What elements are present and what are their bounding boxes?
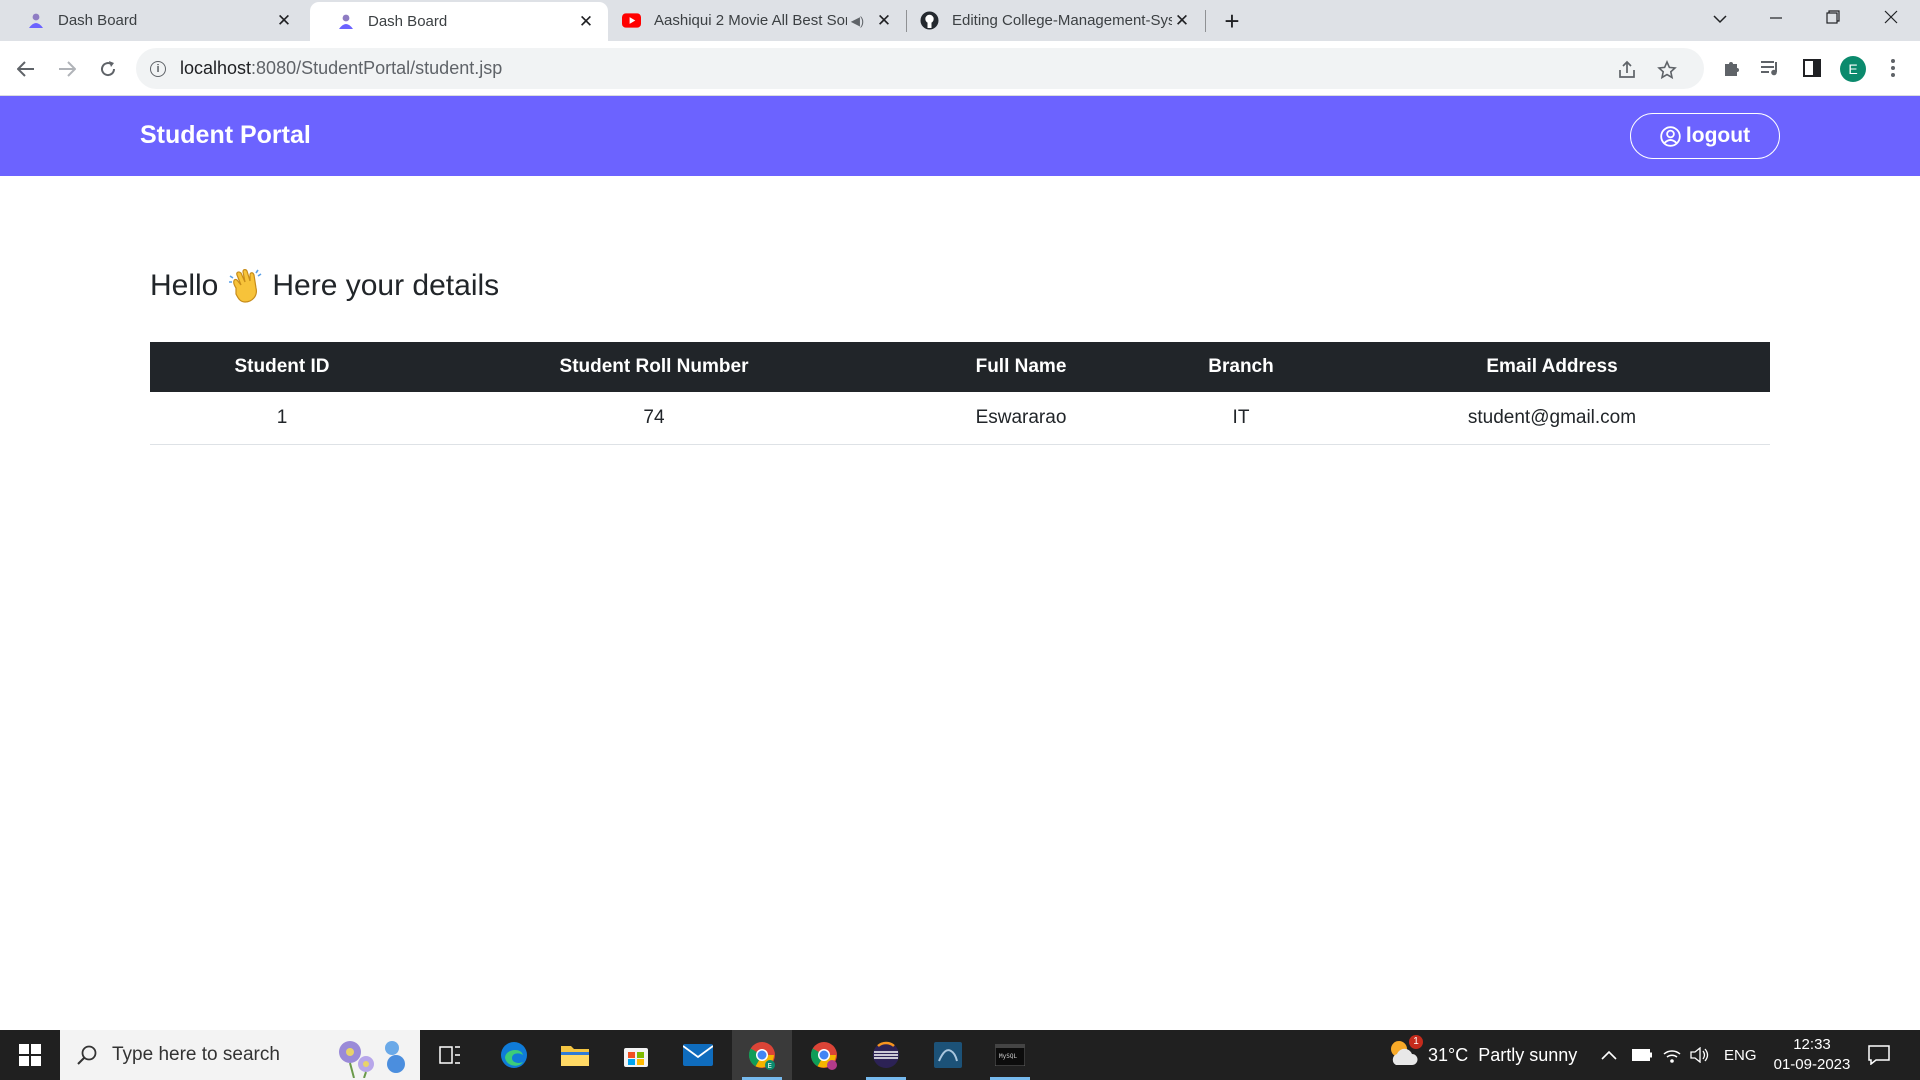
tab-search-chevron-icon[interactable] — [1705, 6, 1735, 34]
side-panel-icon[interactable] — [1799, 55, 1825, 81]
weather-alert-badge: 1 — [1409, 1034, 1423, 1049]
dashboard-favicon-icon — [26, 11, 45, 30]
browser-tab-3[interactable]: Aashiqui 2 Movie All Best Songs ◀) ✕ — [610, 0, 906, 41]
audio-playing-icon[interactable]: ◀) — [851, 14, 864, 28]
dashboard-favicon-icon — [336, 12, 355, 31]
tab-separator — [906, 10, 907, 32]
chrome-browser-icon[interactable]: E — [732, 1030, 792, 1080]
svg-text:MySQL: MySQL — [999, 1053, 1017, 1060]
search-highlight-flowers-icon — [328, 1034, 412, 1080]
partly-sunny-icon: 1 — [1388, 1034, 1423, 1072]
waving-hand-icon — [228, 268, 262, 304]
student-details-table: Student ID Student Roll Number Full Name… — [150, 342, 1770, 445]
app-navbar: Student Portal logout — [0, 96, 1920, 176]
new-tab-button[interactable]: + — [1218, 8, 1246, 36]
page-heading: Hello Here your details — [150, 268, 499, 304]
mail-icon[interactable] — [668, 1030, 728, 1080]
close-window-icon[interactable] — [1876, 6, 1906, 34]
logout-button[interactable]: logout — [1630, 113, 1780, 159]
browser-tab-1[interactable]: Dash Board ✕ — [0, 0, 306, 41]
eclipse-ide-icon[interactable] — [856, 1030, 916, 1080]
notification-center-icon[interactable] — [1868, 1030, 1890, 1080]
close-tab-icon[interactable]: ✕ — [274, 11, 294, 31]
close-tab-icon[interactable]: ✕ — [874, 11, 894, 31]
search-icon — [76, 1044, 98, 1066]
browser-tabstrip: Dash Board ✕ Dash Board ✕ Aashiqui 2 Mov… — [0, 0, 1920, 41]
svg-text:E: E — [768, 1062, 772, 1070]
windows-taskbar: Type here to search E MySQL 1 31°C Partl… — [0, 1030, 1920, 1080]
cell-branch: IT — [1148, 392, 1334, 445]
address-bar[interactable]: i localhost:8080/StudentPortal/student.j… — [136, 48, 1704, 89]
cell-email: student@gmail.com — [1334, 392, 1770, 445]
windows-start-icon[interactable] — [0, 1030, 60, 1080]
restore-window-icon[interactable] — [1818, 6, 1848, 34]
column-header-email: Email Address — [1334, 342, 1770, 392]
tab-title: Aashiqui 2 Movie All Best Songs — [654, 12, 847, 29]
cell-roll-number: 74 — [414, 392, 894, 445]
user-circle-icon — [1660, 125, 1681, 147]
browser-tab-4[interactable]: Editing College-Management-System ✕ — [908, 0, 1204, 41]
browser-tab-2[interactable]: Dash Board ✕ — [310, 2, 608, 41]
task-view-icon[interactable] — [420, 1030, 480, 1080]
tab-separator — [1205, 10, 1206, 32]
greeting-hello: Hello — [150, 269, 219, 302]
site-info-icon[interactable]: i — [150, 60, 166, 77]
browser-menu-icon[interactable] — [1880, 55, 1906, 81]
input-language[interactable]: ENG — [1724, 1030, 1757, 1080]
back-arrow-icon[interactable] — [10, 53, 42, 85]
microsoft-store-icon[interactable] — [606, 1030, 666, 1080]
cell-full-name: Eswararao — [894, 392, 1148, 445]
logout-label: logout — [1685, 124, 1751, 147]
show-hidden-icons-chevron-icon[interactable] — [1601, 1030, 1617, 1080]
column-header-roll-number: Student Roll Number — [414, 342, 894, 392]
column-header-full-name: Full Name — [894, 342, 1148, 392]
weather-widget[interactable]: 1 31°C Partly sunny — [1388, 1030, 1577, 1080]
github-favicon-icon — [920, 11, 939, 30]
file-explorer-icon[interactable] — [545, 1030, 605, 1080]
profile-avatar[interactable]: E — [1840, 56, 1866, 82]
system-clock[interactable]: 12:33 01-09-2023 — [1762, 1035, 1862, 1075]
table-header-row: Student ID Student Roll Number Full Name… — [150, 342, 1770, 392]
greeting-details: Here your details — [272, 269, 500, 302]
close-tab-icon[interactable]: ✕ — [576, 12, 596, 32]
clock-time: 12:33 — [1793, 1036, 1831, 1053]
volume-icon[interactable] — [1690, 1030, 1710, 1080]
youtube-favicon-icon — [622, 11, 641, 30]
clock-date: 01-09-2023 — [1773, 1056, 1851, 1073]
extensions-puzzle-icon[interactable] — [1718, 55, 1744, 81]
tab-title: Dash Board — [368, 13, 448, 30]
column-header-student-id: Student ID — [150, 342, 414, 392]
reload-icon[interactable] — [92, 53, 124, 85]
battery-icon[interactable] — [1632, 1030, 1652, 1080]
tab-title: Dash Board — [58, 12, 138, 29]
tab-title: Editing College-Management-System — [952, 12, 1172, 29]
minimize-window-icon[interactable] — [1761, 6, 1791, 34]
forward-arrow-icon[interactable] — [51, 53, 83, 85]
column-header-branch: Branch — [1148, 342, 1334, 392]
share-icon[interactable] — [1616, 59, 1638, 81]
media-queue-icon[interactable] — [1758, 55, 1784, 81]
edge-browser-icon[interactable] — [484, 1030, 544, 1080]
mysql-workbench-icon[interactable] — [918, 1030, 978, 1080]
browser-toolbar: i localhost:8080/StudentPortal/student.j… — [0, 41, 1920, 96]
weather-condition: Partly sunny — [1478, 1044, 1578, 1065]
wifi-icon[interactable] — [1662, 1030, 1682, 1080]
search-placeholder: Type here to search — [112, 1044, 280, 1065]
taskbar-search-box[interactable]: Type here to search — [60, 1030, 420, 1080]
table-row: 1 74 Eswararao IT student@gmail.com — [150, 392, 1770, 445]
close-tab-icon[interactable]: ✕ — [1172, 11, 1192, 31]
bookmark-star-icon[interactable] — [1656, 59, 1678, 81]
mysql-terminal-icon[interactable]: MySQL — [980, 1030, 1040, 1080]
navbar-brand[interactable]: Student Portal — [140, 121, 311, 150]
url-text: localhost:8080/StudentPortal/student.jsp — [180, 58, 503, 78]
cell-student-id: 1 — [150, 392, 414, 445]
weather-temperature: 31°C — [1428, 1044, 1469, 1065]
chrome-profile-icon[interactable] — [794, 1030, 854, 1080]
